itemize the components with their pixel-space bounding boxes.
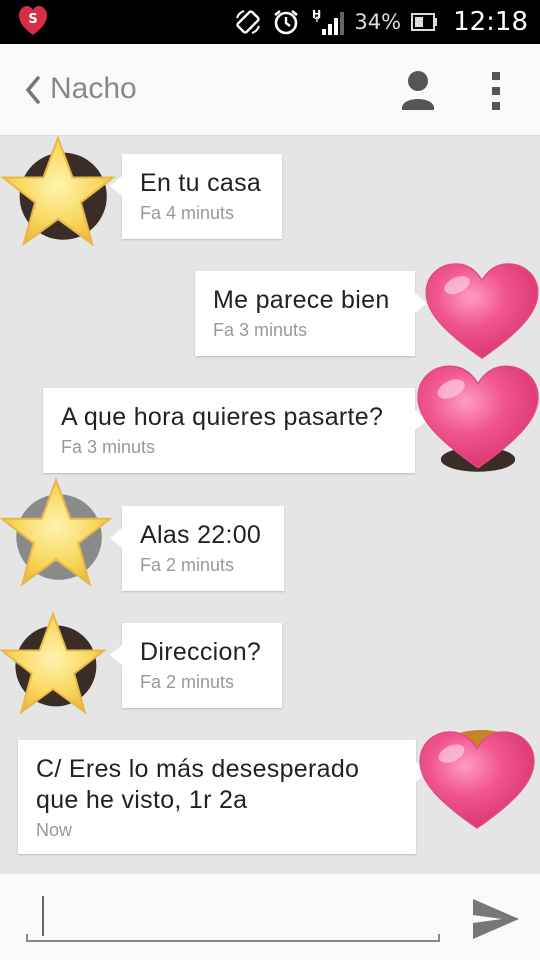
message-bubble-incoming[interactable]: Alas 22:00 Fa 2 minuts <box>110 506 284 591</box>
status-bar: S H 34% 12:18 <box>0 0 540 44</box>
signal-h-icon: H <box>312 8 345 35</box>
message-text: A que hora quieres pasarte? <box>61 403 384 431</box>
message-bubble-outgoing[interactable]: C/ Eres lo más desesperado que he visto,… <box>18 740 428 854</box>
screen-rotate-icon <box>236 10 261 34</box>
status-time: 12:18 <box>453 7 528 37</box>
message-bubble-outgoing[interactable]: A que hora quieres pasarte? Fa 3 minuts <box>43 388 427 473</box>
overflow-menu-icon[interactable] <box>486 70 506 112</box>
message-list[interactable]: En tu casa Fa 4 minuts Me parece bien Fa… <box>0 136 540 874</box>
send-icon[interactable] <box>470 896 522 942</box>
compose-bar <box>0 874 540 960</box>
battery-icon <box>411 13 438 31</box>
message-text-line1: C/ Eres lo más desesperado <box>36 755 360 783</box>
message-bubble-incoming[interactable]: En tu casa Fa 4 minuts <box>110 154 282 239</box>
text-cursor <box>42 896 44 936</box>
message-text: Direccion? <box>140 638 262 666</box>
self-avatar-heart[interactable] <box>418 730 536 832</box>
contact-name[interactable]: Nacho <box>50 72 137 106</box>
conversation-header: Nacho <box>0 44 540 136</box>
input-underline <box>26 934 440 942</box>
contact-avatar-star[interactable] <box>0 136 116 246</box>
message-timestamp: Fa 4 minuts <box>140 203 235 223</box>
self-avatar-heart[interactable] <box>424 262 540 362</box>
battery-percent: 34% <box>354 10 402 34</box>
message-text-line2: que he visto, 1r 2a <box>36 786 248 814</box>
message-timestamp: Fa 3 minuts <box>61 437 156 457</box>
message-input[interactable] <box>26 890 440 946</box>
message-text: Alas 22:00 <box>140 521 262 549</box>
person-icon[interactable] <box>400 68 436 112</box>
message-timestamp: Fa 2 minuts <box>140 672 235 692</box>
alarm-clock-icon <box>274 9 299 35</box>
self-avatar-heart[interactable] <box>416 364 540 472</box>
contact-avatar-star[interactable] <box>0 474 112 590</box>
svg-text:S: S <box>28 12 37 27</box>
message-text: Me parece bien <box>213 286 390 314</box>
heart-s-notification-icon: S <box>19 6 47 35</box>
message-timestamp: Fa 2 minuts <box>140 555 235 575</box>
message-text: En tu casa <box>140 169 262 197</box>
message-timestamp: Fa 3 minuts <box>213 320 308 340</box>
message-bubble-incoming[interactable]: Direccion? Fa 2 minuts <box>110 623 282 708</box>
contact-avatar-star[interactable] <box>0 608 106 718</box>
message-timestamp: Now <box>36 820 73 840</box>
chevron-left-icon[interactable] <box>22 74 44 106</box>
message-bubble-outgoing[interactable]: Me parece bien Fa 3 minuts <box>195 271 427 356</box>
